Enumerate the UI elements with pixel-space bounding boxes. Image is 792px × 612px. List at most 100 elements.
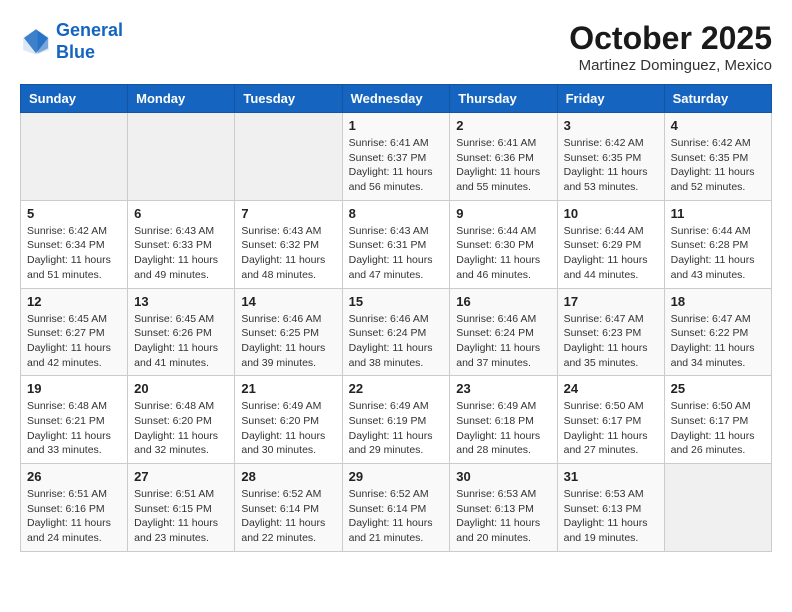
calendar-cell: 4Sunrise: 6:42 AMSunset: 6:35 PMDaylight… <box>664 113 771 201</box>
day-number: 28 <box>241 469 335 484</box>
calendar-cell: 13 Sunrise: 6:45 AMSunset: 6:26 PMDayligh… <box>128 288 235 376</box>
calendar-cell <box>128 113 235 201</box>
calendar-week-row: 26Sunrise: 6:51 AMSunset: 6:16 PMDayligh… <box>21 464 772 552</box>
calendar-cell: 2 Sunrise: 6:41 AMSunset: 6:36 PMDaylight… <box>450 113 557 201</box>
day-number: 26 <box>27 469 121 484</box>
day-header: Sunday <box>21 85 128 113</box>
day-number: 5 <box>27 206 121 221</box>
calendar-cell: 17 Sunrise: 6:47 AMSunset: 6:23 PMDayligh… <box>557 288 664 376</box>
day-info: Sunrise: 6:45 AMSunset: 6:27 PMDaylight:… <box>27 312 121 371</box>
day-info: Sunrise: 6:42 AMSunset: 6:34 PMDaylight:… <box>27 224 121 283</box>
day-info: Sunrise: 6:46 AMSunset: 6:24 PMDaylight:… <box>456 312 550 371</box>
calendar-cell: 18Sunrise: 6:47 AMSunset: 6:22 PMDayligh… <box>664 288 771 376</box>
day-header: Wednesday <box>342 85 450 113</box>
calendar-cell: 5 Sunrise: 6:42 AMSunset: 6:34 PMDaylight… <box>21 200 128 288</box>
day-info: Sunrise: 6:43 AMSunset: 6:32 PMDaylight:… <box>241 224 335 283</box>
day-number: 12 <box>27 294 121 309</box>
day-info: Sunrise: 6:52 AMSunset: 6:14 PMDaylight:… <box>241 487 335 546</box>
day-header: Friday <box>557 85 664 113</box>
calendar-cell: 27Sunrise: 6:51 AMSunset: 6:15 PMDayligh… <box>128 464 235 552</box>
calendar-week-row: 12 Sunrise: 6:45 AMSunset: 6:27 PMDayligh… <box>21 288 772 376</box>
calendar-week-row: 19Sunrise: 6:48 AMSunset: 6:21 PMDayligh… <box>21 376 772 464</box>
calendar-cell: 22 Sunrise: 6:49 AMSunset: 6:19 PMDayligh… <box>342 376 450 464</box>
day-number: 6 <box>134 206 228 221</box>
day-number: 19 <box>27 381 121 396</box>
location: Martinez Dominguez, Mexico <box>569 57 772 74</box>
calendar-cell: 23 Sunrise: 6:49 AMSunset: 6:18 PMDayligh… <box>450 376 557 464</box>
calendar-cell: 21 Sunrise: 6:49 AMSunset: 6:20 PMDayligh… <box>235 376 342 464</box>
day-number: 29 <box>349 469 444 484</box>
calendar-cell: 19Sunrise: 6:48 AMSunset: 6:21 PMDayligh… <box>21 376 128 464</box>
calendar-cell: 3 Sunrise: 6:42 AMSunset: 6:35 PMDaylight… <box>557 113 664 201</box>
day-info: Sunrise: 6:44 AMSunset: 6:28 PMDaylight:… <box>671 224 765 283</box>
day-number: 31 <box>564 469 658 484</box>
title-block: October 2025 Martinez Dominguez, Mexico <box>569 20 772 74</box>
month-title: October 2025 <box>569 20 772 57</box>
day-info: Sunrise: 6:44 AMSunset: 6:29 PMDaylight:… <box>564 224 658 283</box>
calendar-cell: 24 Sunrise: 6:50 AMSunset: 6:17 PMDayligh… <box>557 376 664 464</box>
day-info: Sunrise: 6:48 AMSunset: 6:20 PMDaylight:… <box>134 399 228 458</box>
day-number: 2 <box>456 118 550 133</box>
calendar-header-row: SundayMondayTuesdayWednesdayThursdayFrid… <box>21 85 772 113</box>
calendar-week-row: 5 Sunrise: 6:42 AMSunset: 6:34 PMDaylight… <box>21 200 772 288</box>
calendar-cell: 29 Sunrise: 6:52 AMSunset: 6:14 PMDayligh… <box>342 464 450 552</box>
calendar-cell: 9 Sunrise: 6:44 AMSunset: 6:30 PMDaylight… <box>450 200 557 288</box>
calendar-cell: 11Sunrise: 6:44 AMSunset: 6:28 PMDayligh… <box>664 200 771 288</box>
day-info: Sunrise: 6:51 AMSunset: 6:15 PMDaylight:… <box>134 487 228 546</box>
calendar-cell: 10 Sunrise: 6:44 AMSunset: 6:29 PMDayligh… <box>557 200 664 288</box>
day-header: Monday <box>128 85 235 113</box>
day-number: 17 <box>564 294 658 309</box>
calendar-cell: 7 Sunrise: 6:43 AMSunset: 6:32 PMDaylight… <box>235 200 342 288</box>
calendar-cell: 31 Sunrise: 6:53 AMSunset: 6:13 PMDayligh… <box>557 464 664 552</box>
day-info: Sunrise: 6:50 AMSunset: 6:17 PMDaylight:… <box>564 399 658 458</box>
calendar-cell: 6 Sunrise: 6:43 AMSunset: 6:33 PMDaylight… <box>128 200 235 288</box>
day-number: 21 <box>241 381 335 396</box>
day-number: 10 <box>564 206 658 221</box>
day-info: Sunrise: 6:44 AMSunset: 6:30 PMDaylight:… <box>456 224 550 283</box>
calendar-cell: 14Sunrise: 6:46 AMSunset: 6:25 PMDayligh… <box>235 288 342 376</box>
day-number: 3 <box>564 118 658 133</box>
calendar-cell: 16 Sunrise: 6:46 AMSunset: 6:24 PMDayligh… <box>450 288 557 376</box>
day-number: 8 <box>349 206 444 221</box>
day-header: Tuesday <box>235 85 342 113</box>
day-number: 25 <box>671 381 765 396</box>
day-info: Sunrise: 6:53 AMSunset: 6:13 PMDaylight:… <box>564 487 658 546</box>
day-number: 16 <box>456 294 550 309</box>
day-info: Sunrise: 6:49 AMSunset: 6:19 PMDaylight:… <box>349 399 444 458</box>
day-number: 18 <box>671 294 765 309</box>
day-info: Sunrise: 6:42 AMSunset: 6:35 PMDaylight:… <box>671 136 765 195</box>
calendar-week-row: 1 Sunrise: 6:41 AMSunset: 6:37 PMDaylight… <box>21 113 772 201</box>
calendar-cell: 25Sunrise: 6:50 AMSunset: 6:17 PMDayligh… <box>664 376 771 464</box>
calendar-cell: 1 Sunrise: 6:41 AMSunset: 6:37 PMDaylight… <box>342 113 450 201</box>
calendar-cell: 26Sunrise: 6:51 AMSunset: 6:16 PMDayligh… <box>21 464 128 552</box>
day-info: Sunrise: 6:45 AMSunset: 6:26 PMDaylight:… <box>134 312 228 371</box>
day-number: 22 <box>349 381 444 396</box>
day-info: Sunrise: 6:41 AMSunset: 6:37 PMDaylight:… <box>349 136 444 195</box>
day-number: 24 <box>564 381 658 396</box>
day-info: Sunrise: 6:52 AMSunset: 6:14 PMDaylight:… <box>349 487 444 546</box>
logo-icon <box>20 26 52 58</box>
calendar-cell: 15Sunrise: 6:46 AMSunset: 6:24 PMDayligh… <box>342 288 450 376</box>
day-number: 15 <box>349 294 444 309</box>
day-number: 13 <box>134 294 228 309</box>
calendar-table: SundayMondayTuesdayWednesdayThursdayFrid… <box>20 84 772 552</box>
calendar-cell: 30Sunrise: 6:53 AMSunset: 6:13 PMDayligh… <box>450 464 557 552</box>
day-info: Sunrise: 6:49 AMSunset: 6:20 PMDaylight:… <box>241 399 335 458</box>
logo: General Blue <box>20 20 123 63</box>
day-info: Sunrise: 6:42 AMSunset: 6:35 PMDaylight:… <box>564 136 658 195</box>
day-info: Sunrise: 6:47 AMSunset: 6:23 PMDaylight:… <box>564 312 658 371</box>
calendar-cell <box>21 113 128 201</box>
day-number: 30 <box>456 469 550 484</box>
day-number: 7 <box>241 206 335 221</box>
day-number: 9 <box>456 206 550 221</box>
day-info: Sunrise: 6:43 AMSunset: 6:33 PMDaylight:… <box>134 224 228 283</box>
day-number: 14 <box>241 294 335 309</box>
day-number: 1 <box>349 118 444 133</box>
day-info: Sunrise: 6:43 AMSunset: 6:31 PMDaylight:… <box>349 224 444 283</box>
day-number: 20 <box>134 381 228 396</box>
day-number: 23 <box>456 381 550 396</box>
day-info: Sunrise: 6:49 AMSunset: 6:18 PMDaylight:… <box>456 399 550 458</box>
calendar-cell: 20 Sunrise: 6:48 AMSunset: 6:20 PMDayligh… <box>128 376 235 464</box>
day-info: Sunrise: 6:41 AMSunset: 6:36 PMDaylight:… <box>456 136 550 195</box>
logo-text: General Blue <box>56 20 123 63</box>
